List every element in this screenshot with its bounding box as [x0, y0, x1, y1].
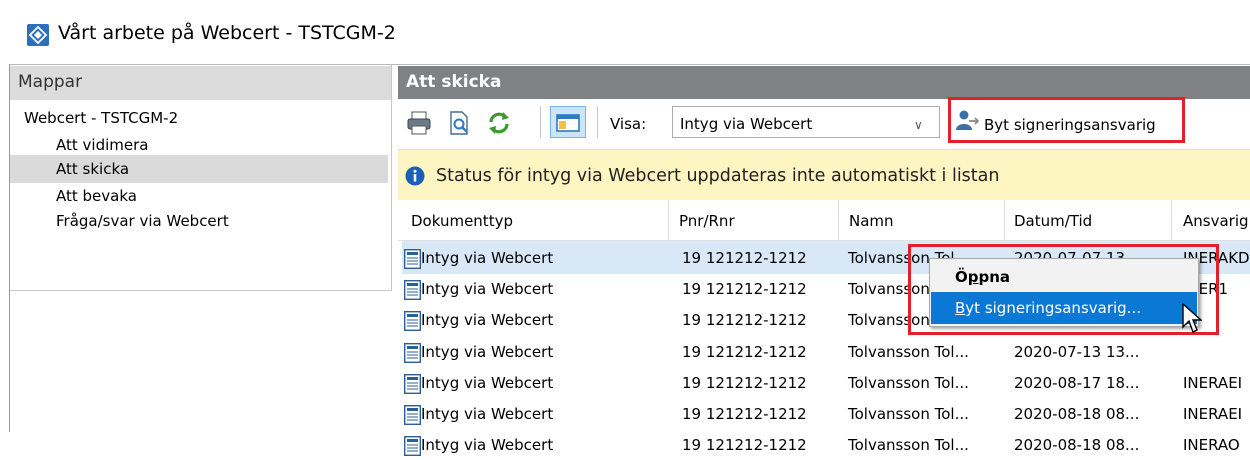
cell-doc-type: Intyg via Webcert	[421, 373, 554, 392]
printer-icon[interactable]	[406, 110, 432, 136]
toolbar-separator	[597, 106, 598, 138]
column-header-namn[interactable]: Namn	[849, 212, 894, 230]
refresh-icon[interactable]	[486, 110, 512, 136]
app-logo-icon	[27, 24, 49, 46]
tree-item-webcert-root[interactable]: Webcert - TSTCGM-2	[24, 109, 178, 127]
cell-namn: Tolvansson Tol...	[848, 342, 969, 361]
cell-doc-type: Intyg via Webcert	[421, 405, 554, 423]
cell-namn: Tolvansson Tol...	[848, 405, 969, 423]
info-icon	[405, 166, 425, 186]
cell-ansvarig: INERAO	[1183, 436, 1240, 455]
document-icon	[404, 373, 421, 394]
visa-label: Visa:	[610, 115, 647, 133]
document-icon	[404, 249, 421, 269]
info-banner-text: Status för intyg via Webcert uppdateras …	[436, 166, 1000, 186]
document-icon	[404, 342, 421, 363]
cell-pnr: 19 121212-1212	[682, 311, 807, 330]
cell-ansvarig: INERAEI	[1183, 405, 1243, 423]
table-row[interactable]: Intyg via Webcert 19 121212-1212 Tolvansso…	[402, 400, 1250, 429]
tree-item-att-vidimera[interactable]: Att vidimera	[56, 136, 148, 154]
document-icon	[404, 405, 421, 425]
cell-pnr: 19 121212-1212	[682, 405, 807, 423]
cell-pnr: 19 121212-1212	[682, 280, 807, 299]
cell-namn: Tolvansson Tol...	[848, 436, 969, 455]
cell-namn: Tolvansson Tol...	[848, 373, 969, 392]
column-separator[interactable]	[1004, 200, 1005, 240]
column-header-ansvarig[interactable]: Ansvarig	[1183, 212, 1249, 230]
chevron-down-icon: ∨	[914, 118, 923, 132]
cell-doc-type: Intyg via Webcert	[421, 280, 554, 299]
cell-doc-type: Intyg via Webcert	[421, 436, 554, 455]
table-row[interactable]: Intyg via Webcert 19 121212-1212 Tolvansso…	[402, 369, 1250, 398]
column-separator[interactable]	[1171, 200, 1172, 240]
tree-item-att-skicka[interactable]: Att skicka	[56, 160, 129, 178]
byt-button-label: Byt signeringsansvarig	[984, 116, 1156, 134]
cell-datum: 2020-08-17 18...	[1014, 373, 1140, 392]
column-header-pnr[interactable]: Pnr/Rnr	[679, 212, 735, 230]
document-icon	[404, 280, 421, 301]
list-panel-header	[398, 66, 1250, 99]
cell-pnr: 19 121212-1212	[682, 342, 807, 361]
folder-panel-title: Mappar	[18, 72, 83, 92]
column-separator[interactable]	[668, 200, 669, 240]
tree-item-att-bevaka[interactable]: Att bevaka	[56, 187, 137, 205]
column-header-datum-tid[interactable]: Datum/Tid	[1014, 212, 1092, 230]
cell-datum: 2020-08-18 08...	[1014, 436, 1140, 455]
table-row[interactable]: Intyg via Webcert 19 121212-1212 Tolvansso…	[402, 338, 1250, 367]
cell-doc-type: Intyg via Webcert	[421, 342, 554, 361]
cell-datum: 2020-07-13 13...	[1014, 342, 1140, 361]
annotation-highlight-box	[908, 244, 1219, 335]
column-header-dokumenttyp[interactable]: Dokumenttyp	[411, 212, 513, 230]
cell-datum: 2020-08-18 08...	[1014, 405, 1140, 423]
table-row[interactable]: Intyg via Webcert 19 121212-1212 Tolvansso…	[402, 431, 1250, 460]
cell-pnr: 19 121212-1212	[682, 436, 807, 455]
toolbar-separator	[540, 106, 541, 138]
cell-doc-type: Intyg via Webcert	[421, 311, 554, 330]
cell-pnr: 19 121212-1212	[682, 249, 807, 267]
document-icon	[404, 436, 421, 457]
cell-pnr: 19 121212-1212	[682, 373, 807, 392]
tree-item-fraga-svar[interactable]: Fråga/svar via Webcert	[56, 212, 229, 230]
window-left-border	[0, 64, 10, 432]
print-preview-icon[interactable]	[446, 110, 472, 136]
visa-dropdown-value: Intyg via Webcert	[680, 115, 813, 133]
mouse-cursor-icon	[1182, 303, 1202, 333]
cell-doc-type: Intyg via Webcert	[421, 249, 554, 267]
user-swap-icon	[956, 110, 980, 130]
column-separator[interactable]	[838, 200, 839, 240]
cell-ansvarig: INERAEI	[1183, 373, 1243, 392]
document-icon	[404, 311, 421, 332]
list-panel-title: Att skicka	[406, 72, 502, 92]
window-title: Vårt arbete på Webcert - TSTCGM-2	[58, 22, 396, 44]
panel-view-icon	[556, 114, 580, 132]
